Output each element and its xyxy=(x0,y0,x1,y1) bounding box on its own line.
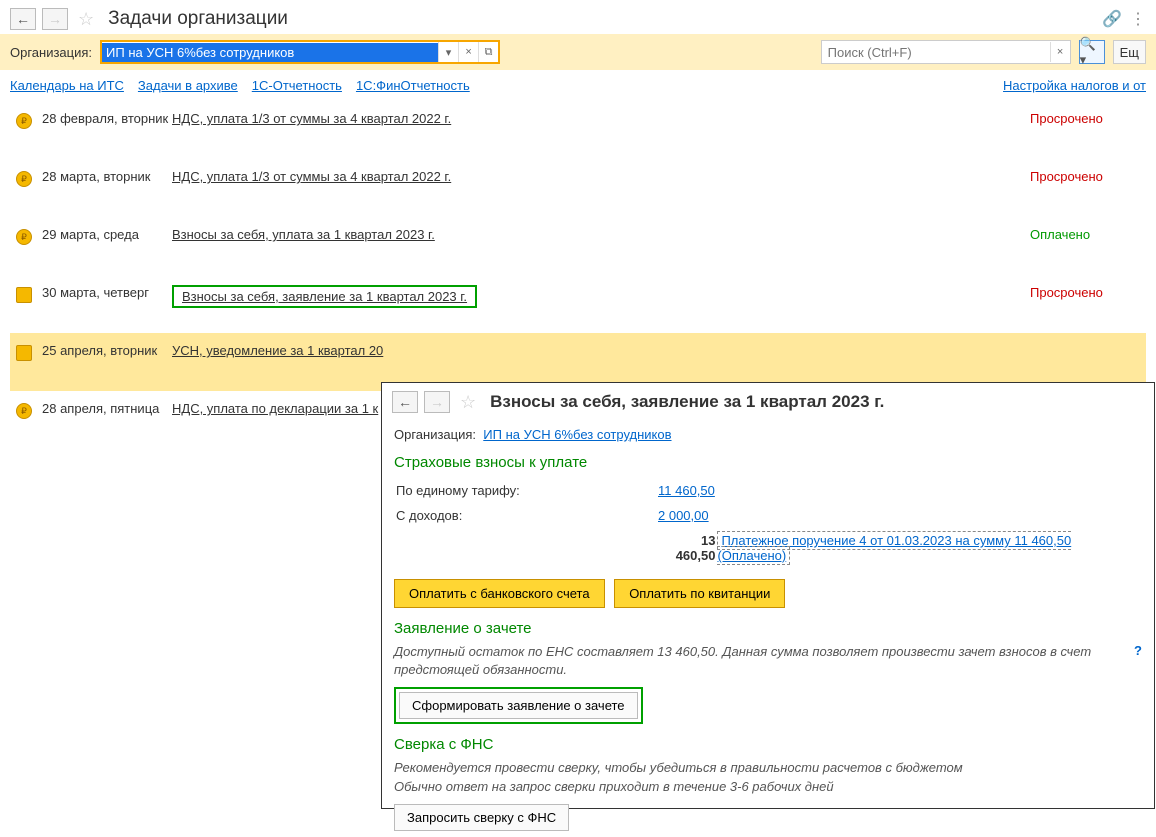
task-link[interactable]: НДС, уплата 1/3 от суммы за 4 квартал 20… xyxy=(172,111,451,126)
request-fns-button[interactable]: Запросить сверку с ФНС xyxy=(394,804,569,831)
link-1c-report[interactable]: 1С-Отчетность xyxy=(252,78,342,93)
task-row[interactable]: ₽29 марта, средаВзносы за себя, уплата з… xyxy=(10,217,1146,275)
offset-hint: Доступный остаток по ЕНС составляет 13 4… xyxy=(394,643,1142,679)
task-link[interactable]: Взносы за себя, уплата за 1 квартал 2023… xyxy=(172,227,435,242)
section-offset: Заявление о зачете xyxy=(394,620,1142,637)
envelope-icon xyxy=(16,345,32,361)
help-icon[interactable]: ? xyxy=(1134,643,1142,658)
task-date: 28 февраля, вторник xyxy=(42,111,172,126)
search-input[interactable] xyxy=(822,43,1050,62)
task-row[interactable]: ₽28 марта, вторникНДС, уплата 1/3 от сум… xyxy=(10,159,1146,217)
back-button[interactable]: ← xyxy=(10,8,36,30)
dropdown-icon[interactable]: ▾ xyxy=(438,42,458,62)
task-detail-panel: ← → ☆ Взносы за себя, заявление за 1 ква… xyxy=(381,382,1155,809)
ruble-icon: ₽ xyxy=(16,229,32,245)
form-offset-button[interactable]: Сформировать заявление о зачете xyxy=(399,692,638,719)
page-title: Задачи организации xyxy=(108,8,288,30)
clear-icon[interactable]: × xyxy=(458,42,478,62)
task-status: Просрочено xyxy=(1030,169,1140,184)
link-archive[interactable]: Задачи в архиве xyxy=(138,78,238,93)
org-value: ИП на УСН 6%без сотрудников xyxy=(102,43,438,62)
task-link[interactable]: НДС, уплата 1/3 от суммы за 4 квартал 20… xyxy=(172,169,451,184)
menu-dots-icon[interactable]: ⋮ xyxy=(1130,9,1146,29)
popup-org-label: Организация: xyxy=(394,427,476,442)
task-status: Просрочено xyxy=(1030,285,1140,300)
org-label: Организация: xyxy=(10,45,92,60)
link-icon[interactable]: 🔗 xyxy=(1102,9,1122,29)
income-label: С доходов: xyxy=(396,504,656,527)
more-button[interactable]: Ещ xyxy=(1113,40,1146,64)
task-link[interactable]: Взносы за себя, заявление за 1 квартал 2… xyxy=(182,289,467,304)
link-tax-settings[interactable]: Настройка налогов и от xyxy=(1003,78,1146,93)
popup-star-icon[interactable]: ☆ xyxy=(460,392,476,413)
tariff-label: По единому тарифу: xyxy=(396,479,656,502)
form-offset-highlight: Сформировать заявление о зачете xyxy=(394,687,643,724)
tariff-value[interactable]: 11 460,50 xyxy=(658,483,715,498)
forward-button[interactable]: → xyxy=(42,8,68,30)
pay-receipt-button[interactable]: Оплатить по квитанции xyxy=(614,579,785,608)
search-clear-icon[interactable]: × xyxy=(1050,42,1070,62)
ruble-icon: ₽ xyxy=(16,403,32,419)
envelope-icon xyxy=(16,287,32,303)
task-link[interactable]: НДС, уплата по декларации за 1 к xyxy=(172,401,378,416)
pay-bank-button[interactable]: Оплатить с банковского счета xyxy=(394,579,605,608)
task-status: Просрочено xyxy=(1030,111,1140,126)
task-status: Оплачено xyxy=(1030,227,1140,242)
task-link[interactable]: УСН, уведомление за 1 квартал 20 xyxy=(172,343,383,358)
popup-header: ← → ☆ Взносы за себя, заявление за 1 ква… xyxy=(382,383,1154,417)
link-its[interactable]: Календарь на ИТС xyxy=(10,78,124,93)
org-field[interactable]: ИП на УСН 6%без сотрудников ▾ × ⧉ xyxy=(100,40,500,64)
favorite-star-icon[interactable]: ☆ xyxy=(78,9,94,30)
task-date: 28 марта, вторник xyxy=(42,169,172,184)
page-header: ← → ☆ Задачи организации 🔗 ⋮ xyxy=(0,0,1156,34)
search-box[interactable]: × xyxy=(821,40,1071,64)
task-date: 28 апреля, пятница xyxy=(42,401,172,416)
income-value[interactable]: 2 000,00 xyxy=(658,508,709,523)
total-value: 13 460,50 xyxy=(658,529,715,567)
search-button[interactable]: 🔍 ▾ xyxy=(1079,40,1105,64)
quick-links: Календарь на ИТС Задачи в архиве 1С-Отче… xyxy=(0,70,1156,101)
highlight-frame: Взносы за себя, заявление за 1 квартал 2… xyxy=(172,285,477,308)
task-row[interactable]: ₽28 февраля, вторникНДС, уплата 1/3 от с… xyxy=(10,101,1146,159)
link-1c-finreport[interactable]: 1С:ФинОтчетность xyxy=(356,78,470,93)
popup-org-link[interactable]: ИП на УСН 6%без сотрудников xyxy=(483,427,671,442)
task-date: 25 апреля, вторник xyxy=(42,343,172,358)
ruble-icon: ₽ xyxy=(16,113,32,129)
fns-hint: Рекомендуется провести сверку, чтобы убе… xyxy=(394,759,1142,795)
popup-forward-button[interactable]: → xyxy=(424,391,450,413)
popup-title: Взносы за себя, заявление за 1 квартал 2… xyxy=(490,392,884,412)
ruble-icon: ₽ xyxy=(16,171,32,187)
open-icon[interactable]: ⧉ xyxy=(478,42,498,62)
popup-back-button[interactable]: ← xyxy=(392,391,418,413)
task-date: 29 марта, среда xyxy=(42,227,172,242)
filter-bar: Организация: ИП на УСН 6%без сотрудников… xyxy=(0,34,1156,70)
section-fns: Сверка с ФНС xyxy=(394,736,1142,753)
payment-doc-link[interactable]: Платежное поручение 4 от 01.03.2023 на с… xyxy=(717,531,1071,565)
section-insurance: Страховые взносы к уплате xyxy=(394,454,1142,471)
task-date: 30 марта, четверг xyxy=(42,285,172,300)
task-row[interactable]: 30 марта, четверг Взносы за себя, заявлен… xyxy=(10,275,1146,333)
